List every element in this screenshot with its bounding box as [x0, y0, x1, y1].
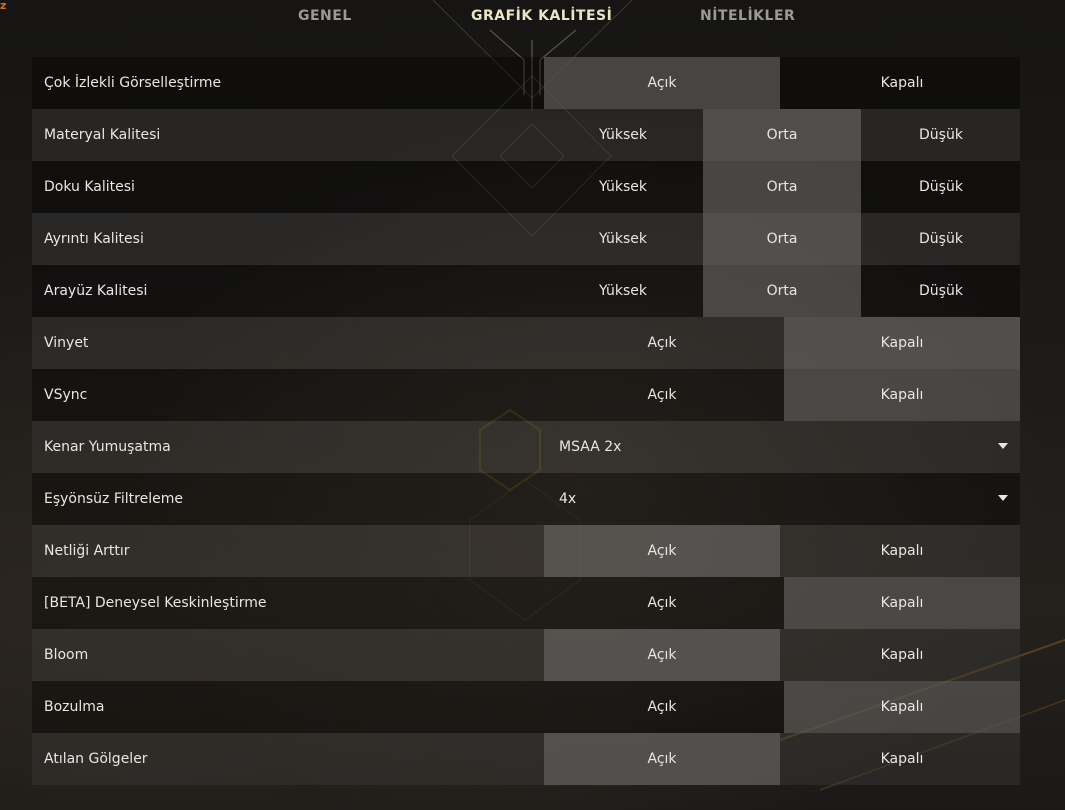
option-kapali[interactable]: Kapalı [784, 629, 1020, 681]
option-orta[interactable]: Orta [703, 265, 861, 317]
option-dusuk[interactable]: Düşük [862, 213, 1020, 265]
setting-label: Çok İzlekli Görselleştirme [44, 75, 222, 91]
option-kapali[interactable]: Kapalı [784, 57, 1020, 109]
setting-label: Bozulma [44, 699, 105, 715]
option-acik[interactable]: Açık [544, 577, 780, 629]
tab-graphics-quality[interactable]: GRAFİK KALİTESİ [471, 8, 612, 24]
tab-general[interactable]: GENEL [298, 8, 352, 24]
setting-row-doku-kalitesi: Doku Kalitesi Yüksek Orta Düşük [32, 161, 1020, 213]
settings-tabs: GENEL GRAFİK KALİTESİ NİTELİKLER [0, 0, 1065, 36]
setting-row-materyal-kalitesi: Materyal Kalitesi Yüksek Orta Düşük [32, 109, 1020, 161]
setting-row-esyonsuz-filtreleme: Eşyönsüz Filtreleme 4x [32, 473, 1020, 525]
setting-label: Materyal Kalitesi [44, 127, 161, 143]
option-orta[interactable]: Orta [703, 161, 861, 213]
option-yuksek[interactable]: Yüksek [544, 109, 702, 161]
setting-label: VSync [44, 387, 88, 403]
option-acik[interactable]: Açık [544, 369, 780, 421]
setting-label: Vinyet [44, 335, 89, 351]
setting-row-kenar-yumusatma: Kenar Yumuşatma MSAA 2x [32, 421, 1020, 473]
setting-label: Ayrıntı Kalitesi [44, 231, 144, 247]
option-acik[interactable]: Açık [544, 57, 780, 109]
option-acik[interactable]: Açık [544, 681, 780, 733]
option-acik[interactable]: Açık [544, 525, 780, 577]
setting-label: Atılan Gölgeler [44, 751, 148, 767]
setting-label: Eşyönsüz Filtreleme [44, 491, 183, 507]
setting-row-vinyet: Vinyet Açık Kapalı [32, 317, 1020, 369]
setting-label: Netliği Arttır [44, 543, 130, 559]
setting-row-ayrinti-kalitesi: Ayrıntı Kalitesi Yüksek Orta Düşük [32, 213, 1020, 265]
option-dusuk[interactable]: Düşük [862, 265, 1020, 317]
setting-label: Bloom [44, 647, 89, 663]
option-orta[interactable]: Orta [703, 213, 861, 265]
setting-dropdown[interactable]: MSAA 2x [544, 421, 1020, 473]
option-kapali[interactable]: Kapalı [784, 317, 1020, 369]
setting-row-beta-deneysel-keskinlestirme: [BETA] Deneysel Keskinleştirme Açık Kapalı [32, 577, 1020, 629]
setting-dropdown[interactable]: 4x [544, 473, 1020, 525]
setting-label: [BETA] Deneysel Keskinleştirme [44, 595, 267, 611]
dropdown-value: MSAA 2x [559, 439, 622, 455]
option-kapali[interactable]: Kapalı [784, 733, 1020, 785]
caret-down-icon [998, 495, 1008, 501]
setting-label: Doku Kalitesi [44, 179, 135, 195]
option-dusuk[interactable]: Düşük [862, 109, 1020, 161]
option-yuksek[interactable]: Yüksek [544, 161, 702, 213]
setting-row-bozulma: Bozulma Açık Kapalı [32, 681, 1020, 733]
setting-label: Kenar Yumuşatma [44, 439, 171, 455]
option-orta[interactable]: Orta [703, 109, 861, 161]
dropdown-value: 4x [559, 491, 577, 507]
option-acik[interactable]: Açık [544, 733, 780, 785]
setting-row-cok-i-zlekli-gorsellestirme: Çok İzlekli Görselleştirme Açık Kapalı [32, 57, 1020, 109]
option-kapali[interactable]: Kapalı [784, 525, 1020, 577]
setting-row-arayuz-kalitesi: Arayüz Kalitesi Yüksek Orta Düşük [32, 265, 1020, 317]
option-kapali[interactable]: Kapalı [784, 369, 1020, 421]
option-acik[interactable]: Açık [544, 317, 780, 369]
graphics-settings-list: Çok İzlekli Görselleştirme Açık Kapalı Mate… [32, 57, 1020, 785]
option-yuksek[interactable]: Yüksek [544, 265, 702, 317]
tab-attributes[interactable]: NİTELİKLER [700, 8, 795, 24]
caret-down-icon [998, 443, 1008, 449]
setting-label: Arayüz Kalitesi [44, 283, 148, 299]
setting-row-netligi-arttir: Netliği Arttır Açık Kapalı [32, 525, 1020, 577]
option-kapali[interactable]: Kapalı [784, 681, 1020, 733]
option-yuksek[interactable]: Yüksek [544, 213, 702, 265]
setting-row-bloom: Bloom Açık Kapalı [32, 629, 1020, 681]
option-acik[interactable]: Açık [544, 629, 780, 681]
setting-row-vsync: VSync Açık Kapalı [32, 369, 1020, 421]
setting-row-atilan-golgeler: Atılan Gölgeler Açık Kapalı [32, 733, 1020, 785]
option-kapali[interactable]: Kapalı [784, 577, 1020, 629]
option-dusuk[interactable]: Düşük [862, 161, 1020, 213]
